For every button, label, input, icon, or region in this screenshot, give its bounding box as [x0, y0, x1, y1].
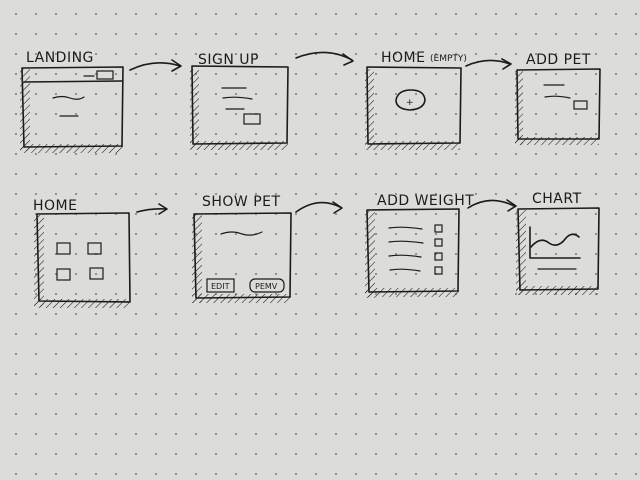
home-frame: [36, 212, 131, 303]
signup-screen: SIGN UP: [190, 52, 289, 150]
landing-label: LANDING: [26, 50, 94, 66]
add-pet-save-button: [573, 100, 588, 110]
add-weight-screen: ADD WEIGHT: [365, 193, 474, 298]
add-pet-screen: ADD PET: [515, 52, 601, 145]
weight-entry-line-2: [388, 240, 424, 244]
signup-shadow-left: [190, 69, 199, 149]
chart-screen: CHART: [516, 191, 600, 295]
show-pet-name-scribble: [220, 231, 263, 236]
add-weight-label: ADD WEIGHT: [377, 193, 474, 209]
arrow-showpet-to-addweight: [295, 201, 341, 213]
arrow-homeempty-to-addpet: [465, 59, 511, 67]
home-empty-screen: HOME (EMPTY) +: [365, 50, 467, 150]
weight-entry-line-4: [389, 268, 421, 272]
show-pet-shadow-left: [192, 215, 202, 303]
landing-header-line: [23, 80, 123, 83]
home-empty-shadow-left: [365, 69, 374, 148]
weight-entry-line-1: [388, 226, 423, 230]
add-pet-label: ADD PET: [526, 52, 591, 68]
show-pet-screen: SHOW PET EDIT PEMV: [192, 194, 292, 303]
arrow-addweight-to-chart: [467, 199, 515, 209]
home-label: HOME: [33, 198, 77, 214]
pet-card-1: [56, 242, 71, 255]
add-weight-frame: [366, 208, 460, 293]
arrow-head: [501, 58, 512, 70]
weight-row-button-3: [434, 252, 443, 261]
plus-icon: +: [406, 98, 414, 108]
signup-frame: [191, 65, 289, 145]
landing-login-button: [96, 70, 114, 80]
home-empty-suffix: (EMPTY): [430, 54, 467, 64]
signup-submit-button: [243, 113, 261, 125]
show-pet-label: SHOW PET: [202, 194, 281, 210]
pet-card-3: [56, 268, 71, 281]
home-empty-frame: [366, 66, 462, 145]
weight-entry-line-3: [388, 254, 422, 258]
signup-field-line-2: [222, 96, 253, 100]
add-weight-shadow-left: [365, 211, 375, 298]
add-pet-shadow-left: [515, 71, 523, 145]
home-screen: HOME: [33, 198, 131, 308]
home-empty-shadow-bottom: [365, 141, 460, 150]
add-pet-field-line-2: [544, 95, 571, 99]
weight-row-button-1: [434, 224, 443, 233]
chart-shadow-left: [516, 210, 526, 295]
chart-label: CHART: [532, 191, 582, 207]
landing-headline-scribble: [52, 95, 85, 100]
chart-axes: [529, 226, 581, 259]
remove-button-label: PEMV: [255, 282, 278, 291]
home-empty-label: HOME: [381, 50, 425, 66]
wireframe-flow-sketch: LANDING SIGN UP HOME (EMPTY) + ADD PET H…: [20, 50, 601, 308]
arrow-landing-to-signup: [129, 62, 181, 71]
chart-weight-line: [530, 233, 580, 248]
edit-button-label: EDIT: [211, 282, 230, 291]
arrow-head: [332, 201, 343, 214]
pet-card-2: [87, 242, 102, 255]
arrow-head: [342, 53, 354, 66]
weight-row-button-4: [434, 266, 443, 275]
landing-screen: LANDING: [20, 50, 124, 153]
pet-card-4: [89, 267, 104, 280]
weight-row-button-2: [434, 238, 443, 247]
